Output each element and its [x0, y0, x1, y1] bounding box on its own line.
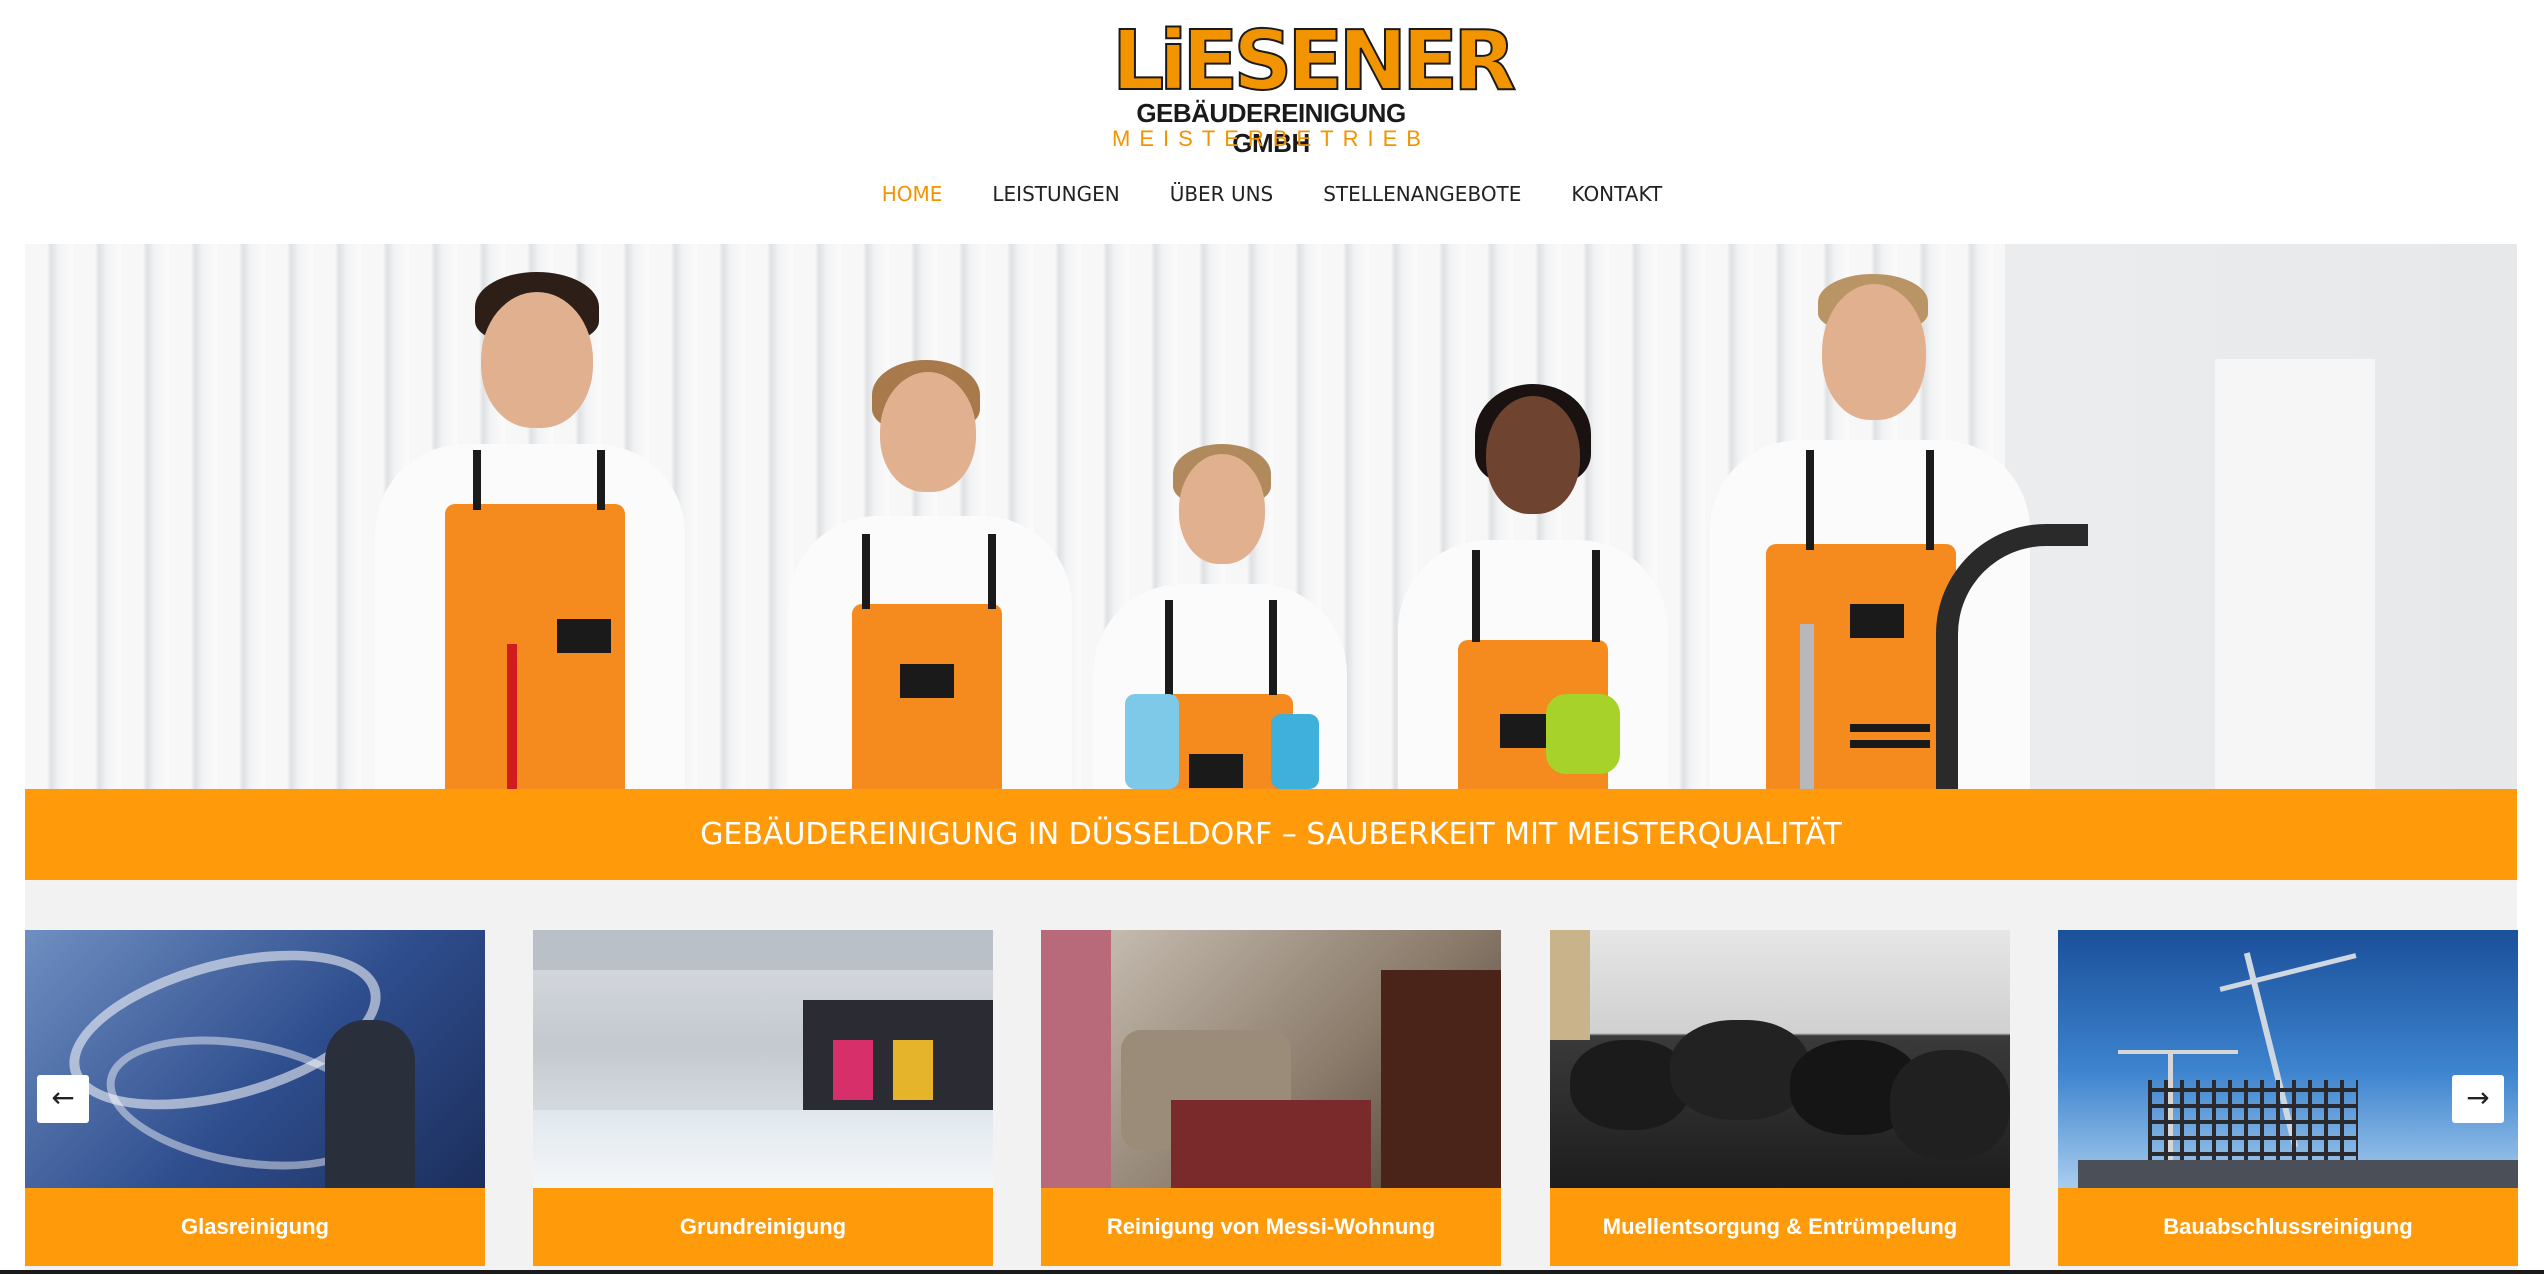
hero-person-1	[355, 244, 695, 789]
service-card-bauabschlussreinigung[interactable]: Bauabschlussreinigung	[2058, 930, 2518, 1266]
service-card-messi-wohnung[interactable]: Reinigung von Messi-Wohnung	[1041, 930, 1501, 1266]
service-card-grundreinigung[interactable]: Grundreinigung	[533, 930, 993, 1266]
service-label-grundreinigung: Grundreinigung	[533, 1188, 993, 1266]
service-label-glasreinigung: Glasreinigung	[25, 1188, 485, 1266]
main-navigation: HOME LEISTUNGEN ÜBER UNS STELLENANGEBOTE…	[0, 176, 2544, 212]
service-card-glasreinigung[interactable]: Glasreinigung	[25, 930, 485, 1266]
service-image-grundreinigung	[533, 930, 993, 1188]
carousel-prev-button[interactable]: ←	[37, 1075, 89, 1123]
hero-person-3	[1085, 244, 1355, 789]
window-bottom-border	[0, 1270, 2544, 1274]
service-image-glasreinigung	[25, 930, 485, 1188]
logo-tagline: MEISTERBETRIEB	[1112, 126, 1430, 151]
hero-banner-headline: GEBÄUDEREINIGUNG IN DÜSSELDORF – SAUBERK…	[25, 789, 2517, 880]
hero-wall-panel	[2215, 359, 2375, 789]
nav-item-stellenangebote[interactable]: STELLENANGEBOTE	[1323, 176, 1521, 212]
hero-person-5	[1700, 244, 2088, 789]
logo-wordmark: LiESENER	[1111, 14, 1517, 109]
service-label-bauabschlussreinigung: Bauabschlussreinigung	[2058, 1188, 2518, 1266]
nav-item-kontakt[interactable]: KONTAKT	[1571, 176, 1662, 212]
hero-person-2	[780, 244, 1080, 789]
hero-person-4	[1380, 244, 1680, 789]
service-image-muellentsorgung	[1550, 930, 2010, 1188]
nav-item-ueber-uns[interactable]: ÜBER UNS	[1170, 176, 1274, 212]
arrow-right-icon: →	[2466, 1081, 2490, 1114]
service-card-muellentsorgung[interactable]: Muellentsorgung & Entrümpelung	[1550, 930, 2010, 1266]
service-image-bauabschlussreinigung	[2058, 930, 2518, 1188]
carousel-next-button[interactable]: →	[2452, 1075, 2504, 1123]
nav-item-home[interactable]: HOME	[882, 176, 943, 212]
hero-image	[25, 244, 2517, 789]
service-label-muellentsorgung: Muellentsorgung & Entrümpelung	[1550, 1188, 2010, 1266]
service-label-messi-wohnung: Reinigung von Messi-Wohnung	[1041, 1188, 1501, 1266]
service-image-messi-wohnung	[1041, 930, 1501, 1188]
site-logo[interactable]: LiESENER GEBÄUDEREINIGUNG GMBH MEISTERBE…	[1111, 14, 1517, 159]
arrow-left-icon: ←	[51, 1081, 75, 1114]
nav-item-leistungen[interactable]: LEISTUNGEN	[992, 176, 1119, 212]
